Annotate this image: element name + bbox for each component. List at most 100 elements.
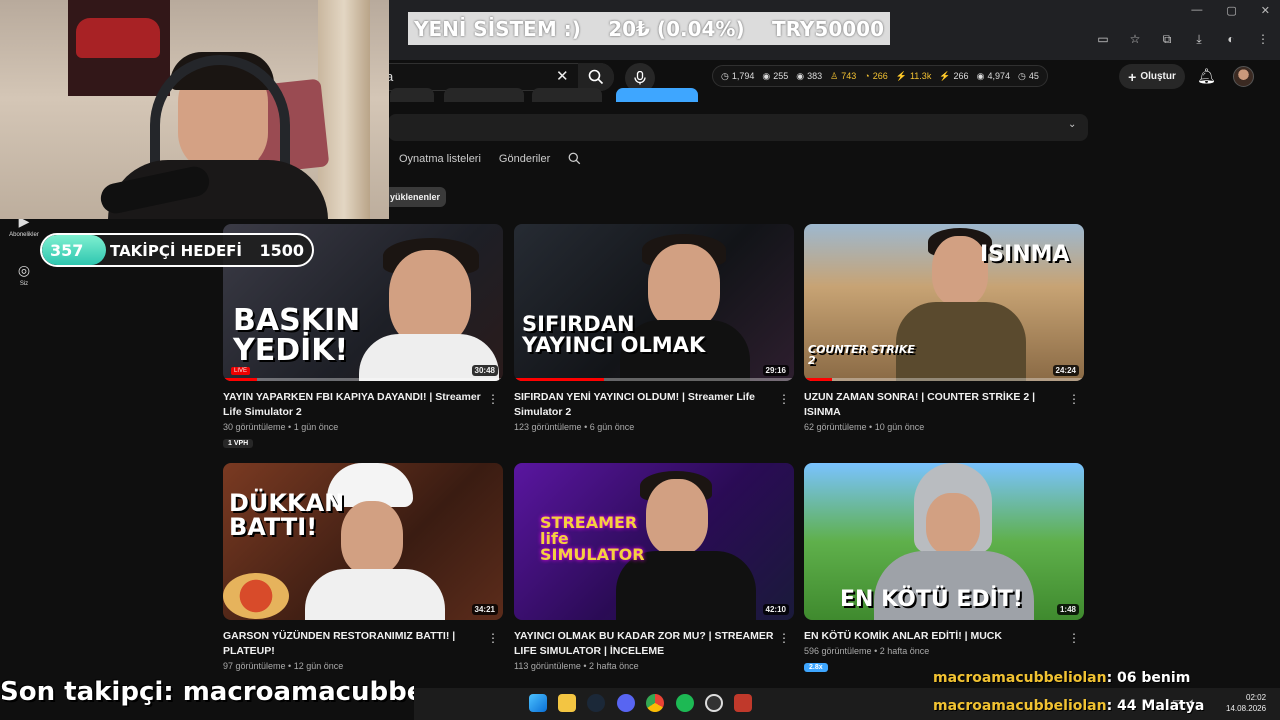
more-actions-icon[interactable]: ⋮ (487, 392, 499, 406)
channel-tabs: Oynatma listeleri Gönderiler (399, 152, 581, 165)
video-title[interactable]: YAYINCI OLMAK BU KADAR ZOR MU? | STREAME… (514, 629, 776, 659)
goal-target: 1500 (259, 241, 304, 260)
video-card[interactable]: SIFIRDAN YAYINCI OLMAK 29:16 SIFIRDAN YE… (514, 224, 794, 432)
avatar[interactable] (1233, 66, 1254, 87)
close-window-button[interactable]: ✕ (1261, 4, 1270, 17)
bolt-icon: ⚡ (939, 70, 951, 81)
thumbnail-face (926, 493, 980, 555)
video-title[interactable]: GARSON YÜZÜNDEN RESTORANIMIZ BATTI! | PL… (223, 629, 485, 659)
video-title[interactable]: SIFIRDAN YENİ YAYINCI OLDUM! | Streamer … (514, 390, 776, 420)
clear-search-icon[interactable]: ✕ (556, 67, 569, 85)
thumbnail-text: BASKIN YEDİK! (233, 303, 361, 368)
create-button-label: Oluştur (1140, 71, 1176, 82)
video-thumbnail[interactable]: STREAMER life SIMULATOR 42:10 (514, 463, 794, 620)
video-card[interactable]: ISINMA COUNTER STRIKE 2 24:24 UZUN ZAMAN… (804, 224, 1084, 432)
windows-start-icon[interactable] (529, 694, 547, 712)
eye-icon: ◉ (976, 70, 985, 81)
curtain (318, 0, 370, 219)
sidebar-item-you[interactable]: ◎ Siz (1, 262, 47, 287)
download-icon[interactable]: ⤓ (1192, 32, 1206, 46)
stat-item: ◷ 45 (1018, 71, 1039, 82)
video-title[interactable]: YAYIN YAPARKEN FBI KAPIYA DAYANDI! | Str… (223, 390, 485, 420)
video-meta: 113 görüntüleme • 2 hafta önce (514, 661, 639, 671)
stat-item: ◉ 255 (762, 71, 788, 82)
thumbnail-text: EN KÖTÜ EDİT! (840, 587, 1023, 612)
minimize-button[interactable]: — (1191, 4, 1202, 17)
extension-stats-bar: ◷ 1,794 ◉ 255 ◉ 383 ♙ 743 ◔ 266 ⚡ 11.3k ⚡ 266 ◉ 4,974 ◷ 4… (712, 65, 1048, 87)
extensions-icon[interactable]: ⧉ (1160, 32, 1174, 46)
more-actions-icon[interactable]: ⋮ (1068, 631, 1080, 645)
create-button[interactable]: + Oluştur (1119, 64, 1185, 89)
stat-value: 45 (1028, 71, 1039, 81)
follower-goal-bar: 357 TAKİPÇİ HEDEFİ 1500 (40, 233, 314, 267)
stat-value: 4,974 (987, 71, 1010, 81)
video-age: 1 gün önce (293, 422, 339, 432)
notifications-bell-icon[interactable]: 🔔︎ (1197, 67, 1216, 85)
chevron-down-icon[interactable]: ⌄ (1068, 119, 1076, 130)
more-actions-icon[interactable]: ⋮ (1068, 392, 1080, 406)
search-button[interactable] (578, 63, 614, 91)
chrome-icon[interactable] (646, 694, 664, 712)
channel-search-icon[interactable] (568, 152, 581, 165)
video-thumbnail[interactable]: EN KÖTÜ EDİT! 1:48 (804, 463, 1084, 620)
browser-toolbar-icons: ▭ ☆ ⧉ ⤓ ◐ ⋮ (1096, 32, 1270, 46)
watch-progress (223, 378, 257, 381)
video-views: 123 görüntüleme (514, 422, 582, 432)
tab-posts[interactable]: Gönderiler (499, 153, 550, 165)
video-thumbnail[interactable]: ISINMA COUNTER STRIKE 2 24:24 (804, 224, 1084, 381)
thumbnail-face (389, 250, 471, 346)
spotify-icon[interactable] (676, 694, 694, 712)
more-actions-icon[interactable]: ⋮ (487, 631, 499, 645)
bookmark-star-icon[interactable]: ☆ (1128, 32, 1142, 46)
maximize-button[interactable]: ▢ (1226, 4, 1236, 17)
video-views: 97 görüntüleme (223, 661, 286, 671)
stat-value: 11.3k (909, 71, 932, 81)
cast-icon[interactable]: ▭ (1096, 32, 1110, 46)
thumbnail-text: SIFIRDAN YAYINCI OLMAK (522, 312, 706, 357)
filter-chip-uploads[interactable]: yüklenenler (384, 187, 447, 207)
stat-item: ◉ 4,974 (977, 71, 1010, 82)
video-views: 113 görüntüleme (514, 661, 581, 671)
video-thumbnail[interactable]: DÜKKAN BATTI! 34:21 (223, 463, 503, 620)
video-meta: 97 görüntüleme • 12 gün önce (223, 661, 344, 671)
thumbnail-text: STREAMER life SIMULATOR (540, 513, 645, 564)
video-card[interactable]: EN KÖTÜ EDİT! 1:48 EN KÖTÜ KOMİK ANLAR E… (804, 463, 1084, 674)
plus-icon: + (1128, 68, 1137, 85)
browser-menu-icon[interactable]: ⋮ (1256, 32, 1270, 46)
thumbnail-shirt (896, 302, 1026, 381)
obs-icon[interactable] (705, 694, 723, 712)
stat-item: ♙ 743 (830, 71, 856, 82)
stat-value: 1,794 (731, 71, 755, 81)
video-title[interactable]: EN KÖTÜ KOMİK ANLAR EDİTİ! | MUCK (804, 629, 1066, 644)
clock[interactable]: 02:02 14.08.2026 (1226, 692, 1266, 714)
discord-icon[interactable] (617, 694, 635, 712)
stat-item: ◷ 1,794 (721, 71, 754, 82)
more-actions-icon[interactable]: ⋮ (778, 392, 790, 406)
pizza-image (223, 573, 289, 619)
donation-amount: 20₺ (0.04%) (608, 16, 745, 41)
chat-username: macroamacubbeliolan (933, 698, 1107, 714)
eye-icon: ◉ (762, 70, 771, 81)
channel-description-bar[interactable] (388, 114, 1088, 141)
video-age: 6 gün önce (589, 422, 635, 432)
watch-progress-track (223, 378, 503, 381)
app-icon[interactable] (734, 694, 752, 712)
user-circle-icon: ◎ (17, 262, 31, 278)
video-card[interactable]: DÜKKAN BATTI! 34:21 GARSON YÜZÜNDEN REST… (223, 463, 503, 671)
file-explorer-icon[interactable] (558, 694, 576, 712)
tab-playlists[interactable]: Oynatma listeleri (399, 153, 481, 165)
thumbnail-face (646, 479, 708, 555)
video-card[interactable]: STREAMER life SIMULATOR 42:10 YAYINCI OL… (514, 463, 794, 671)
video-meta: 123 görüntüleme • 6 gün önce (514, 422, 635, 432)
stat-value: 266 (872, 71, 888, 81)
more-actions-icon[interactable]: ⋮ (778, 631, 790, 645)
steam-icon[interactable] (587, 694, 605, 712)
video-title[interactable]: UZUN ZAMAN SONRA! | COUNTER STRİKE 2 | I… (804, 390, 1066, 420)
video-age: 12 gün önce (293, 661, 344, 671)
video-thumbnail[interactable]: SIFIRDAN YAYINCI OLMAK 29:16 (514, 224, 794, 381)
stat-item: ⚡ 266 (939, 71, 968, 82)
stat-item: ◔ 266 (864, 71, 887, 81)
extension-avatar-icon[interactable]: ◐ (1224, 32, 1238, 46)
donation-title: YENİ SİSTEM :) (414, 16, 581, 41)
stat-value: 743 (841, 71, 857, 81)
